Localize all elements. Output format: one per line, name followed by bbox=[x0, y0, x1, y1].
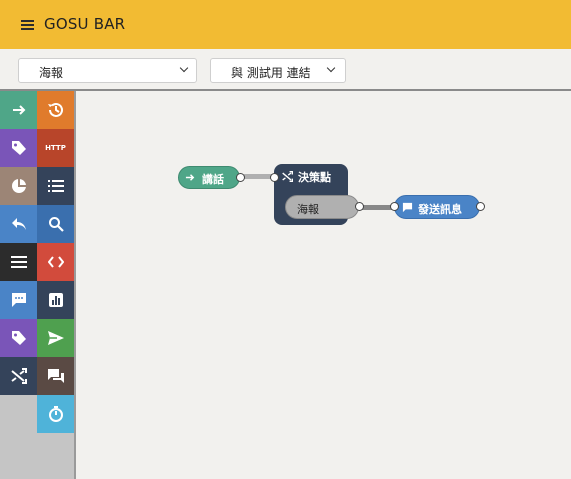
decision-option-output-port[interactable] bbox=[355, 202, 364, 211]
pie-chart-icon bbox=[11, 179, 26, 193]
chevron-down-icon bbox=[326, 63, 336, 73]
list-icon bbox=[47, 180, 64, 192]
arrow-right-icon bbox=[12, 105, 25, 115]
http-label: HTTP bbox=[45, 144, 66, 152]
code-icon bbox=[47, 256, 64, 268]
palette-forum-tile[interactable] bbox=[37, 357, 74, 395]
link-select[interactable]: 與 測試用 連結 bbox=[210, 58, 346, 83]
palette-arrow-tile[interactable] bbox=[0, 91, 37, 129]
flow-select-value: 海報 bbox=[39, 66, 64, 80]
node-palette: HTTP bbox=[0, 91, 74, 479]
message-icon bbox=[402, 202, 413, 213]
palette-reply-tile[interactable] bbox=[0, 205, 37, 243]
forum-icon bbox=[47, 369, 64, 383]
palette-shuffle-tile[interactable] bbox=[0, 357, 37, 395]
toolbar: 海報 與 測試用 連結 bbox=[0, 49, 571, 89]
chat-bubble-icon bbox=[11, 293, 26, 307]
app-title: GOSU BAR bbox=[44, 15, 126, 33]
palette-tag2-tile[interactable] bbox=[0, 319, 37, 357]
palette-tag-tile[interactable] bbox=[0, 129, 37, 167]
palette-pie-tile[interactable] bbox=[0, 167, 37, 205]
bar-chart-icon bbox=[48, 293, 63, 307]
node-send-output-port[interactable] bbox=[476, 202, 485, 211]
palette-send-tile[interactable] bbox=[37, 319, 74, 357]
search-icon bbox=[48, 217, 64, 232]
node-talk-output-port[interactable] bbox=[236, 173, 245, 182]
palette-timer-tile[interactable] bbox=[37, 395, 74, 433]
decision-option[interactable]: 海報 bbox=[285, 195, 359, 219]
history-icon bbox=[47, 102, 63, 117]
decision-option-label: 海報 bbox=[297, 203, 319, 216]
palette-http-tile[interactable]: HTTP bbox=[37, 129, 74, 167]
palette-history-tile[interactable] bbox=[37, 91, 74, 129]
menu-icon bbox=[10, 256, 27, 268]
palette-code-tile[interactable] bbox=[37, 243, 74, 281]
arrow-right-icon bbox=[185, 174, 195, 181]
timer-icon bbox=[48, 406, 63, 422]
tag-icon bbox=[11, 141, 26, 155]
node-send-input-port[interactable] bbox=[390, 202, 399, 211]
tag-icon bbox=[11, 331, 26, 345]
link-select-value: 與 測試用 連結 bbox=[231, 66, 311, 80]
palette-menu-tile[interactable] bbox=[0, 243, 37, 281]
palette-search-tile[interactable] bbox=[37, 205, 74, 243]
flow-canvas[interactable] bbox=[76, 91, 571, 479]
shuffle-icon bbox=[282, 171, 293, 182]
reply-icon bbox=[11, 218, 26, 230]
palette-chat-tile[interactable] bbox=[0, 281, 37, 319]
node-decision-label: 決策點 bbox=[298, 171, 331, 184]
node-talk[interactable]: 講話 bbox=[178, 166, 240, 189]
chevron-down-icon bbox=[179, 63, 189, 73]
node-send-message[interactable]: 發送訊息 bbox=[394, 195, 480, 219]
menu-icon[interactable] bbox=[21, 20, 34, 30]
node-decision-input-port[interactable] bbox=[270, 173, 279, 182]
shuffle-icon bbox=[10, 368, 27, 384]
send-icon bbox=[47, 331, 64, 345]
node-send-label: 發送訊息 bbox=[418, 203, 462, 216]
app-header: GOSU BAR bbox=[0, 0, 571, 49]
node-talk-label: 講話 bbox=[202, 173, 224, 186]
flow-select[interactable]: 海報 bbox=[18, 58, 197, 83]
palette-stats-tile[interactable] bbox=[37, 281, 74, 319]
palette-list-tile[interactable] bbox=[37, 167, 74, 205]
